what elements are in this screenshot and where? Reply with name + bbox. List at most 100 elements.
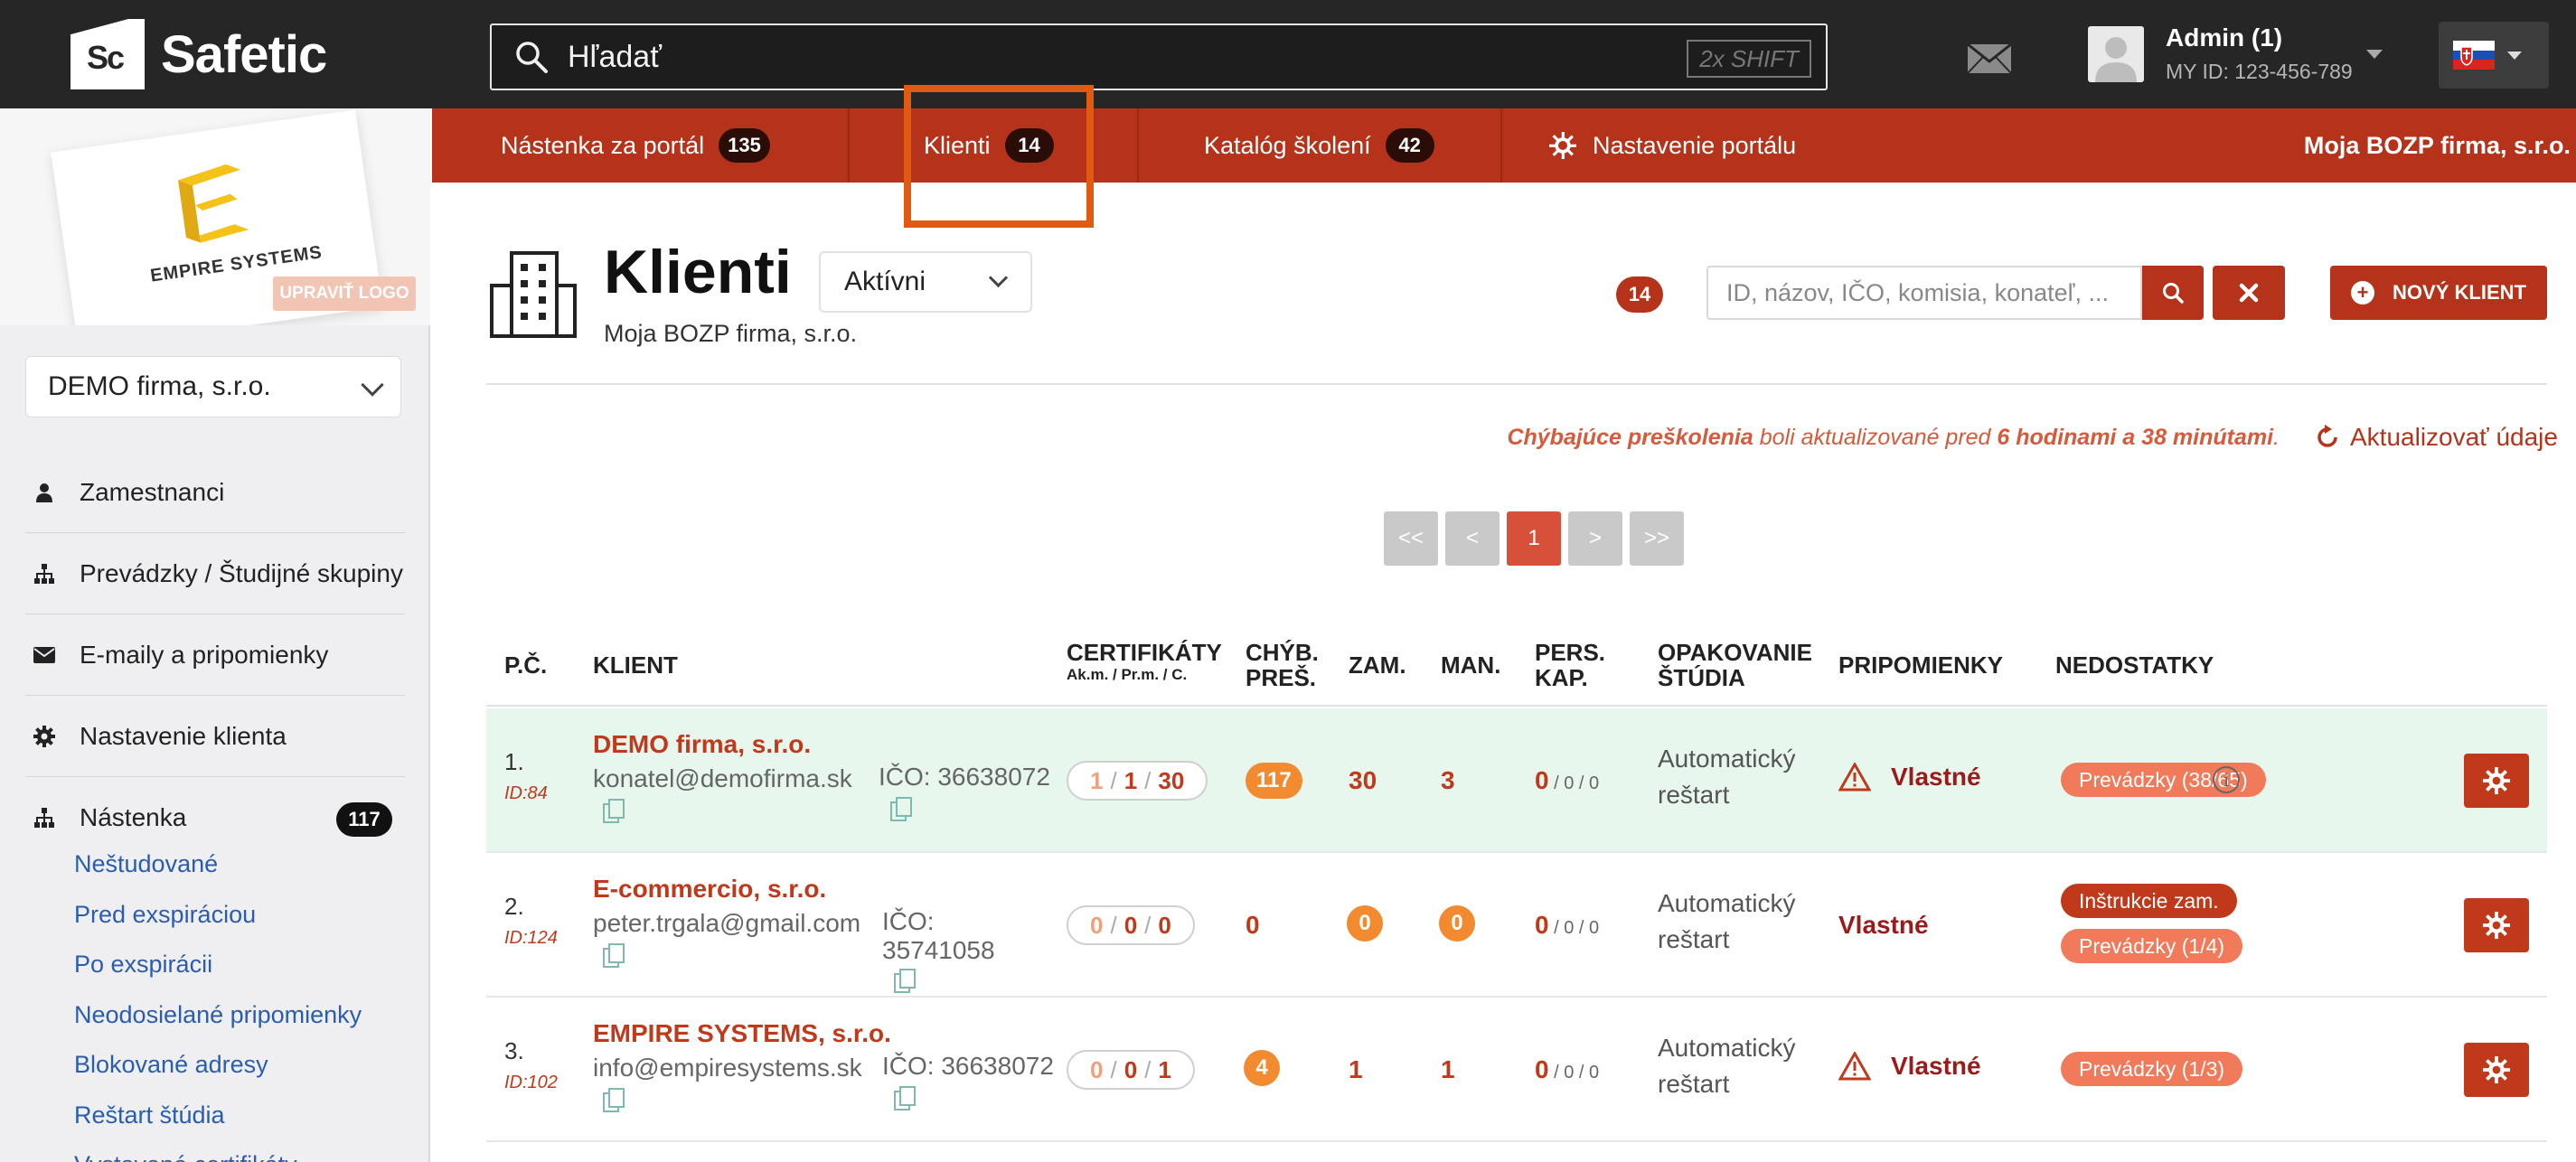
company-select[interactable]: DEMO firma, s.r.o. (25, 356, 401, 417)
envelope-icon[interactable] (1967, 43, 2012, 74)
search-icon (2163, 283, 2184, 304)
sidebar-item-employees[interactable]: Zamestnanci (25, 452, 405, 533)
chevron-down-icon (2507, 51, 2522, 60)
certificate-counts[interactable]: 0/0/0 (1067, 905, 1195, 945)
logo-mark: Sc (71, 19, 145, 89)
clear-search-button[interactable] (2213, 266, 2285, 320)
reminders-setting[interactable]: Vlastné (1838, 763, 1981, 792)
row-settings-button[interactable] (2464, 1043, 2529, 1097)
missing-trainings-badge[interactable]: 4 (1244, 1050, 1280, 1086)
reminders-setting[interactable]: Vlastné (1838, 911, 1929, 940)
upload-logo-button[interactable]: UPRAVIŤ LOGO (273, 276, 416, 311)
subnav-item-blocked-addresses[interactable]: Blokované adresy (74, 1046, 362, 1097)
client-name-link[interactable]: EMPIRE SYSTEMS, s.r.o. (593, 1019, 891, 1048)
top-bar: Sc Safetic Hľadať 2x SHIFT Admin (1) MY … (0, 0, 2576, 108)
search-placeholder: Hľadať (568, 39, 662, 74)
user-name: Admin (1) (2166, 23, 2283, 52)
copy-icon[interactable] (602, 799, 625, 824)
pager-first[interactable]: << (1384, 511, 1438, 566)
pager-prev[interactable]: < (1445, 511, 1500, 566)
subnav-item-unstudied[interactable]: Neštudované (74, 846, 362, 896)
client-name-link[interactable]: E-commercio, s.r.o. (593, 875, 860, 904)
search-icon (516, 42, 548, 73)
col-repeat[interactable]: OPAKOVANIE ŠTÚDIA (1658, 640, 1812, 690)
defect-tag[interactable]: Prevádzky (1/4) (2061, 929, 2243, 963)
managers-count[interactable]: 1 (1441, 1055, 1455, 1084)
pager-current[interactable]: 1 (1507, 511, 1561, 566)
client-count-badge: 14 (1616, 276, 1663, 313)
pagination: << < 1 > >> (1384, 511, 1684, 566)
copy-icon[interactable] (602, 1088, 625, 1113)
col-managers[interactable]: MAN. (1441, 652, 1500, 678)
missing-trainings-badge[interactable]: 117 (1246, 763, 1302, 799)
tab-training-catalog[interactable]: Katalóg školení 42 (1204, 108, 1434, 183)
table-row[interactable]: 3. ID:102 EMPIRE SYSTEMS, s.r.o. info@em… (486, 998, 2547, 1142)
tab-label: Nástenka za portál (501, 131, 705, 159)
cert-total: 30 (1158, 766, 1185, 794)
client-logo-area: EMPIRE SYSTEMS UPRAVIŤ LOGO (0, 108, 430, 325)
tab-portal-dashboard[interactable]: Nástenka za portál 135 (501, 108, 770, 183)
language-selector[interactable] (2439, 22, 2549, 89)
subnav-item-unsent-reminders[interactable]: Neodosielané pripomienky (74, 997, 362, 1047)
slovak-flag-icon (2453, 41, 2495, 70)
col-reminders[interactable]: PRIPOMIENKY (1838, 652, 2003, 678)
tab-divider (1137, 108, 1139, 183)
defect-tag[interactable]: Inštrukcie zam. (2061, 884, 2237, 918)
col-employees[interactable]: ZAM. (1349, 652, 1406, 678)
update-middle: boli aktualizované pred (1753, 425, 1998, 450)
global-search-input[interactable]: Hľadať 2x SHIFT (490, 23, 1828, 90)
col-client[interactable]: KLIENT (593, 652, 678, 678)
subnav-item-restart-study[interactable]: Reštart štúdia (74, 1097, 362, 1148)
refresh-data-button[interactable]: Aktualizovať údaje (2314, 423, 2558, 452)
col-certs[interactable]: CERTIFIKÁTY Ak.m. / Pr.m. / C. (1067, 640, 1222, 685)
annotation-highlight-box (904, 85, 1094, 228)
col-personnel[interactable]: PERS. KAP. (1535, 640, 1605, 690)
tab-portal-settings[interactable]: Nastavenie portálu (1549, 108, 1796, 183)
certificate-counts[interactable]: 0/0/1 (1067, 1050, 1195, 1090)
row-settings-button[interactable] (2464, 754, 2529, 808)
row-number: 3. (504, 1037, 524, 1064)
info-icon[interactable]: i (2213, 766, 2240, 793)
pers-main: 0 (1535, 1055, 1549, 1083)
cert-previous: 0 (1123, 1055, 1138, 1083)
client-ico: IČO: 36638072 (879, 763, 1050, 791)
client-email: info@empiresystems.sk (593, 1054, 862, 1082)
row-settings-button[interactable] (2464, 898, 2529, 952)
pager-last[interactable]: >> (1630, 511, 1684, 566)
tab-badge: 42 (1385, 128, 1434, 163)
col-defects[interactable]: NEDOSTATKY (2055, 652, 2214, 678)
subnav-item-issued-certificates[interactable]: Vystavené certifikáty (74, 1147, 362, 1162)
table-row[interactable]: 1. ID:84 DEMO firma, s.r.o. konatel@demo… (486, 708, 2547, 853)
client-name-link[interactable]: DEMO firma, s.r.o. (593, 730, 852, 759)
client-search-button[interactable] (2142, 266, 2204, 320)
chevron-down-icon[interactable] (2366, 50, 2383, 59)
col-num[interactable]: P.Č. (504, 652, 547, 678)
managers-count[interactable]: 3 (1441, 766, 1455, 795)
employees-badge[interactable]: 0 (1347, 905, 1383, 942)
sidebar-item-client-settings[interactable]: Nastavenie klienta (25, 696, 405, 777)
subnav-item-after-expiry[interactable]: Po exspirácii (74, 946, 362, 997)
missing-trainings-count[interactable]: 0 (1246, 911, 1260, 940)
subnav-item-before-expiry[interactable]: Pred exspiráciou (74, 896, 362, 947)
sidebar-item-branches[interactable]: Prevádzky / Študijné skupiny (25, 533, 405, 614)
defect-tag[interactable]: Prevádzky (1/3) (2061, 1052, 2243, 1086)
org-icon (33, 562, 56, 586)
copy-icon[interactable] (893, 969, 917, 994)
employees-count[interactable]: 30 (1349, 766, 1377, 795)
user-menu[interactable]: Admin (1) MY ID: 123-456-789 (2088, 23, 2353, 84)
pager-next[interactable]: > (1568, 511, 1622, 566)
client-status-select[interactable]: Aktívni (819, 251, 1032, 313)
copy-icon[interactable] (889, 797, 913, 822)
copy-icon[interactable] (893, 1086, 917, 1111)
copy-icon[interactable] (602, 943, 625, 969)
client-search-input[interactable]: ID, názov, IČO, komisia, konateľ, ... (1706, 266, 2142, 320)
new-client-button[interactable]: + NOVÝ KLIENT (2330, 266, 2547, 320)
certificate-counts[interactable]: 1/1/30 (1067, 761, 1208, 801)
app-logo[interactable]: Sc Safetic (71, 18, 327, 90)
managers-badge[interactable]: 0 (1439, 905, 1475, 942)
col-missing[interactable]: CHÝB. PREŠ. (1246, 640, 1319, 690)
employees-count[interactable]: 1 (1349, 1055, 1363, 1084)
sidebar-item-emails[interactable]: E-maily a pripomienky (25, 614, 405, 696)
table-row[interactable]: 2. ID:124 E-commercio, s.r.o. peter.trga… (486, 853, 2547, 998)
reminders-setting[interactable]: Vlastné (1838, 1052, 1981, 1081)
